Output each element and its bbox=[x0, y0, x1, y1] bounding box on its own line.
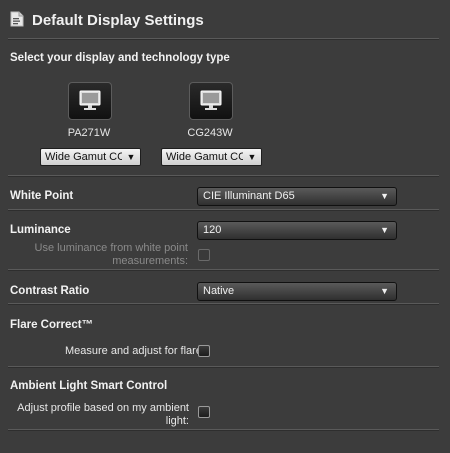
display-1-name: PA271W bbox=[67, 127, 111, 139]
display-1-button[interactable] bbox=[68, 82, 112, 120]
display-2-button[interactable] bbox=[189, 82, 233, 120]
dropdown-value: CIE Illuminant D65 bbox=[203, 190, 295, 202]
use-luminance-checkbox[interactable] bbox=[198, 249, 210, 261]
ambient-light-label-line2: light: bbox=[165, 415, 189, 427]
chevron-down-icon: ▼ bbox=[122, 149, 140, 165]
chevron-down-icon: ▼ bbox=[380, 286, 389, 296]
monitor-icon bbox=[79, 90, 101, 110]
ambient-light-checkbox[interactable] bbox=[198, 406, 210, 418]
contrast-ratio-label: Contrast Ratio bbox=[10, 285, 90, 297]
chevron-down-icon: ▼ bbox=[243, 149, 261, 165]
chevron-down-icon: ▼ bbox=[380, 191, 389, 201]
page-title: Default Display Settings bbox=[32, 12, 204, 29]
ambient-light-label-line1: Adjust profile based on my ambient bbox=[17, 402, 189, 414]
divider bbox=[8, 269, 439, 271]
document-settings-icon bbox=[10, 11, 24, 27]
dropdown-value: Wide Gamut CC bbox=[45, 151, 126, 163]
white-point-dropdown[interactable]: CIE Illuminant D65 ▼ bbox=[197, 187, 397, 206]
dropdown-value: 120 bbox=[203, 224, 222, 236]
use-luminance-label-line1: Use luminance from white point bbox=[34, 242, 188, 254]
use-luminance-label-line2: measurements: bbox=[112, 255, 188, 267]
panel-header: Default Display Settings bbox=[0, 0, 450, 40]
divider bbox=[8, 303, 439, 305]
divider bbox=[8, 429, 439, 431]
flare-correct-checkbox-label: Measure and adjust for flare: bbox=[64, 345, 205, 357]
luminance-dropdown[interactable]: 120 ▼ bbox=[197, 221, 397, 240]
display-section-heading: Select your display and technology type bbox=[10, 52, 230, 64]
display-2-name: CG243W bbox=[187, 127, 233, 139]
display-1-technology-dropdown[interactable]: Wide Gamut CC ▼ bbox=[40, 148, 141, 166]
dropdown-value: Wide Gamut CC bbox=[166, 151, 247, 163]
dropdown-value: Native bbox=[203, 285, 235, 297]
contrast-ratio-dropdown[interactable]: Native ▼ bbox=[197, 282, 397, 301]
divider bbox=[8, 38, 439, 40]
white-point-label: White Point bbox=[10, 190, 74, 202]
divider bbox=[8, 175, 439, 177]
monitor-icon bbox=[200, 90, 222, 110]
divider bbox=[8, 209, 439, 211]
flare-correct-heading: Flare Correct™ bbox=[10, 319, 94, 331]
luminance-label: Luminance bbox=[10, 224, 71, 236]
chevron-down-icon: ▼ bbox=[380, 225, 389, 235]
divider bbox=[8, 366, 439, 368]
flare-correct-checkbox[interactable] bbox=[198, 345, 210, 357]
ambient-light-heading: Ambient Light Smart Control bbox=[10, 380, 168, 392]
display-2-technology-dropdown[interactable]: Wide Gamut CC ▼ bbox=[161, 148, 262, 166]
